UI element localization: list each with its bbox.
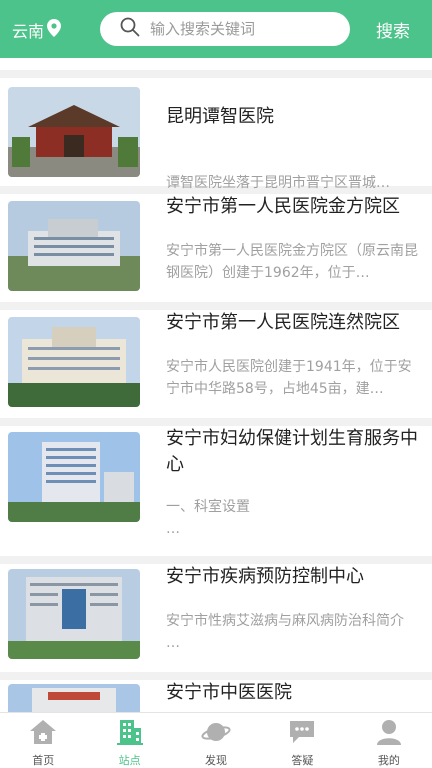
region-selector[interactable]: 云南 [12, 18, 62, 42]
tab-discover[interactable]: 发现 [173, 713, 259, 768]
tab-label: 答疑 [291, 754, 314, 767]
hospital-title: 安宁市疾病预防控制中心 [166, 566, 364, 587]
hospital-title: 安宁市第一人民医院连然院区 [166, 312, 400, 333]
planet-icon [201, 719, 231, 749]
hospital-title: 安宁市中医医院 [166, 682, 292, 703]
hospital-photo [8, 432, 140, 522]
search-button[interactable]: 搜索 [376, 17, 410, 42]
region-label: 云南 [12, 22, 45, 41]
list-item[interactable]: 安宁市疾病预防控制中心 安宁市性病艾滋病与麻风病防治科简介 … [0, 564, 432, 672]
hospital-title: 安宁市第一人民医院金方院区 [166, 196, 400, 217]
hospital-photo [8, 684, 140, 712]
list-item[interactable]: 安宁市第一人民医院连然院区 安宁市人民医院创建于1941年，位于安宁市中华路58… [0, 310, 432, 418]
hospital-title: 昆明谭智医院 [166, 106, 274, 127]
hospital-description: 安宁市第一人民医院金方院区（原云南昆钢医院）创建于1962年，位于… [166, 243, 418, 281]
search-input[interactable] [150, 20, 340, 38]
hospital-description: 一、科室设置 … [166, 499, 250, 537]
hospital-description: 安宁市性病艾滋病与麻风病防治科简介 … [166, 613, 404, 651]
home-icon [29, 719, 57, 749]
tab-mine[interactable]: 我的 [346, 713, 432, 768]
tab-home[interactable]: 首页 [0, 713, 86, 768]
header-bar: 云南 搜索 [0, 0, 432, 58]
building-icon [116, 719, 144, 749]
tab-label: 发现 [205, 754, 228, 767]
user-icon [375, 719, 403, 749]
tab-stations[interactable]: 站点 [86, 713, 172, 768]
search-icon [120, 17, 140, 41]
list-item[interactable]: 安宁市中医医院 [0, 680, 432, 712]
location-pin-icon [47, 19, 62, 41]
tab-qa[interactable]: 答疑 [259, 713, 345, 768]
hospital-photo [8, 569, 140, 659]
list-item[interactable]: 昆明谭智医院 谭智医院坐落于昆明市晋宁区晋城… [0, 78, 432, 191]
hospital-description: 谭智医院坐落于昆明市晋宁区晋城… [166, 175, 390, 191]
list-item[interactable]: 安宁市妇幼保健计划生育服务中心 一、科室设置 … [0, 426, 432, 556]
tab-label: 首页 [32, 754, 55, 767]
hospital-photo [8, 87, 140, 177]
tab-label: 我的 [377, 754, 400, 767]
hospital-photo [8, 317, 140, 407]
hospital-photo [8, 201, 140, 291]
list-item[interactable]: 安宁市第一人民医院金方院区 安宁市第一人民医院金方院区（原云南昆钢医院）创建于1… [0, 194, 432, 302]
list-item-partial[interactable] [0, 58, 432, 70]
chat-icon [287, 719, 317, 749]
hospital-list[interactable]: 昆明谭智医院 谭智医院坐落于昆明市晋宁区晋城… 安宁市第一人民医院金方院区 安宁… [0, 58, 432, 712]
hospital-title: 安宁市妇幼保健计划生育服务中心 [166, 428, 418, 475]
tab-label: 站点 [118, 754, 141, 767]
hospital-description: 安宁市人民医院创建于1941年，位于安宁市中华路58号，占地45亩，建… [166, 359, 412, 397]
search-box[interactable] [100, 12, 350, 46]
bottom-tab-bar: 首页 站点 发现 答疑 我的 [0, 712, 432, 768]
